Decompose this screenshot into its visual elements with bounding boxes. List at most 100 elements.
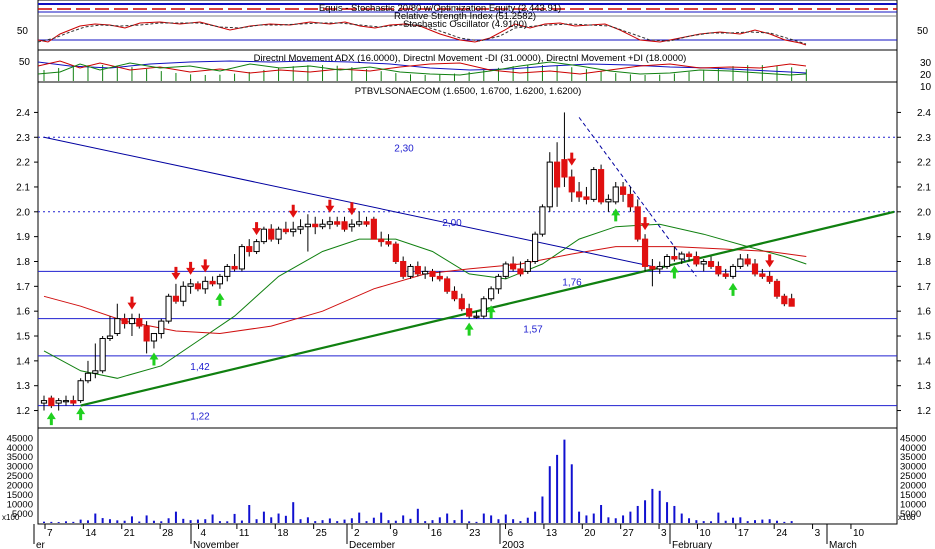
level-label: 2,00 <box>442 218 462 229</box>
candle-body <box>781 295 788 305</box>
candle-body <box>304 223 311 228</box>
candle-body <box>385 241 392 245</box>
candle-body <box>605 198 612 203</box>
candle-body <box>268 228 275 240</box>
candle-body <box>312 223 319 228</box>
candle-body <box>84 372 92 382</box>
candle-body <box>275 228 282 240</box>
price-tick-label-right: 1.8 <box>917 257 931 268</box>
candle-body <box>40 400 48 404</box>
volume-unit-right: x100 <box>898 513 916 522</box>
candle-body <box>121 318 128 325</box>
candlestick <box>729 263 737 279</box>
price-tick-label-left: 1.7 <box>16 282 30 293</box>
stochastic-tick-right: 50 <box>917 26 929 37</box>
stock-chart: 50 50 Equis - Stochastic 20/80 w/Optimiz… <box>0 0 935 549</box>
candlestick <box>502 261 509 279</box>
price-tick-label-right: 2.1 <box>917 182 931 193</box>
candlestick <box>590 167 597 202</box>
date-tick-label: 9 <box>392 528 398 539</box>
date-tick-label: 27 <box>623 528 635 539</box>
candle-body <box>341 221 348 230</box>
candlestick <box>524 259 531 274</box>
candle-body <box>172 295 180 302</box>
candle-body <box>363 221 370 225</box>
candle-body <box>246 246 253 253</box>
candle-body <box>319 223 326 228</box>
candle-body <box>575 191 583 198</box>
candle-body <box>92 370 99 374</box>
price-tick-label-right: 1.6 <box>917 307 931 318</box>
price-tick-label-left: 2.1 <box>16 182 30 193</box>
date-tick-label: 4 <box>201 528 207 539</box>
candle-body <box>422 270 429 275</box>
candle-body <box>707 260 715 267</box>
candle-body <box>539 206 546 235</box>
candle-body <box>451 290 458 300</box>
candle-body <box>436 275 443 280</box>
candle-body <box>194 283 202 290</box>
candle-body <box>334 221 341 225</box>
candlestick <box>77 378 84 404</box>
price-tick-label-left: 1.4 <box>16 356 30 367</box>
candle-body <box>348 223 355 228</box>
date-tick-label: 2 <box>354 528 360 539</box>
candle-body <box>253 241 260 253</box>
candlestick <box>444 276 451 294</box>
candle-body <box>495 275 502 290</box>
price-tick-label-left: 1.6 <box>16 307 30 318</box>
candle-body <box>685 253 693 258</box>
stochastic-panel: 50 50 Equis - Stochastic 20/80 w/Optimiz… <box>17 0 929 51</box>
volume-unit-left: x100 <box>2 513 20 522</box>
level-label: 2,30 <box>394 143 414 154</box>
date-tick-label: 3 <box>661 528 667 539</box>
candlestick <box>99 336 106 374</box>
candle-body <box>158 320 165 335</box>
price-tick-label-left: 1.8 <box>16 257 30 268</box>
candle-body <box>693 256 700 265</box>
level-label: 1,22 <box>190 412 210 423</box>
stochastic-title: Stochastic Oscillator (4.9100) <box>403 19 527 30</box>
dmi-tick-30: 30 <box>920 58 932 69</box>
date-tick-label: 18 <box>277 528 289 539</box>
price-tick-label-right: 1.9 <box>917 232 931 243</box>
candle-body <box>641 238 649 267</box>
candle-body <box>766 275 773 282</box>
month-label: 2003 <box>502 540 525 549</box>
candle-body <box>788 298 795 307</box>
dmi-tick-10: 10 <box>920 82 932 93</box>
price-tick-label-left: 2.3 <box>16 133 30 144</box>
candle-body <box>99 338 106 372</box>
candle-body <box>187 283 194 287</box>
candle-body <box>224 265 231 277</box>
price-tick-label-left: 1.9 <box>16 232 30 243</box>
candlestick <box>539 204 546 237</box>
candle-body <box>209 280 216 285</box>
price-tick-label-left: 2.4 <box>16 108 30 119</box>
candle-body <box>128 318 136 325</box>
month-label: December <box>349 540 396 549</box>
candle-body <box>48 397 55 407</box>
candle-body <box>773 280 781 297</box>
candle-body <box>590 169 597 200</box>
date-tick-label: 25 <box>316 528 328 539</box>
candle-body <box>407 265 414 277</box>
candle-body <box>671 256 678 260</box>
candle-body <box>627 193 634 208</box>
candle-body <box>290 228 297 233</box>
candle-body <box>458 298 465 310</box>
candlestick <box>370 216 377 240</box>
candle-body <box>473 315 480 318</box>
candle-body <box>715 265 722 275</box>
date-tick-label: 3 <box>815 528 821 539</box>
month-label: February <box>672 540 712 549</box>
price-tick-label-right: 2.0 <box>917 207 931 218</box>
month-label: March <box>829 540 857 549</box>
price-tick-label-right: 1.5 <box>917 332 931 343</box>
price-panel: 2.4 2.4 2.3 2.3 2.2 2.2 2.1 2.1 2.0 2.0 1.9 1.9 1.8 1… <box>16 81 931 429</box>
candle-body <box>568 176 575 193</box>
date-tick-label: 20 <box>584 528 596 539</box>
candle-body <box>583 196 590 200</box>
date-tick-label: 6 <box>508 528 514 539</box>
month-label: November <box>193 540 240 549</box>
